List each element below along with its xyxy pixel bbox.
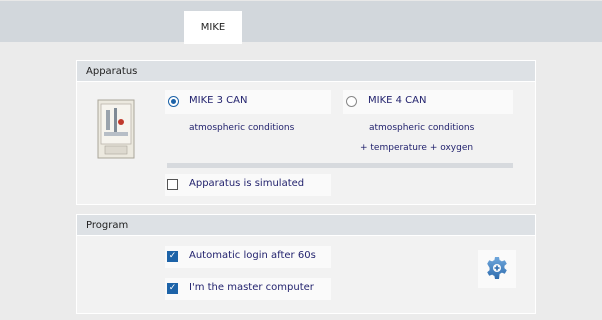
radio-mike4-can[interactable] bbox=[346, 96, 357, 107]
tab-mike[interactable]: MIKE bbox=[184, 11, 242, 44]
option-mike4-can[interactable]: MIKE 4 CAN bbox=[343, 90, 513, 114]
program-panel-header: Program bbox=[77, 215, 535, 236]
master-computer-row[interactable]: ✓ I'm the master computer bbox=[165, 278, 331, 300]
option-mike3-can[interactable]: MIKE 3 CAN bbox=[165, 90, 331, 114]
apparatus-divider bbox=[167, 163, 513, 168]
apparatus-panel-header: Apparatus bbox=[77, 61, 535, 82]
option-mike4-label: MIKE 4 CAN bbox=[368, 95, 427, 106]
option-mike3-label: MIKE 3 CAN bbox=[189, 95, 248, 106]
master-computer-checkbox[interactable]: ✓ bbox=[167, 283, 178, 294]
apparatus-title: Apparatus bbox=[86, 65, 138, 77]
apparatus-simulated-row[interactable]: Apparatus is simulated bbox=[165, 174, 331, 196]
tab-mike-label: MIKE bbox=[200, 22, 226, 33]
gear-icon bbox=[485, 256, 509, 283]
option-mike3-desc: atmospheric conditions bbox=[189, 123, 295, 133]
settings-button[interactable] bbox=[478, 250, 516, 288]
master-computer-label: I'm the master computer bbox=[189, 282, 314, 293]
auto-login-checkbox[interactable]: ✓ bbox=[167, 251, 178, 262]
option-mike4-desc-2: + temperature + oxygen bbox=[360, 143, 474, 153]
option-mike4-desc-1: atmospheric conditions bbox=[369, 123, 475, 133]
program-title: Program bbox=[86, 219, 129, 231]
radio-mike3-can[interactable] bbox=[168, 96, 179, 107]
auto-login-row[interactable]: ✓ Automatic login after 60s bbox=[165, 246, 331, 268]
apparatus-simulated-label: Apparatus is simulated bbox=[189, 178, 305, 189]
apparatus-cabinet-icon bbox=[96, 98, 136, 162]
apparatus-simulated-checkbox[interactable] bbox=[167, 179, 178, 190]
tab-strip: MIKE bbox=[0, 0, 602, 44]
auto-login-label: Automatic login after 60s bbox=[189, 250, 316, 261]
